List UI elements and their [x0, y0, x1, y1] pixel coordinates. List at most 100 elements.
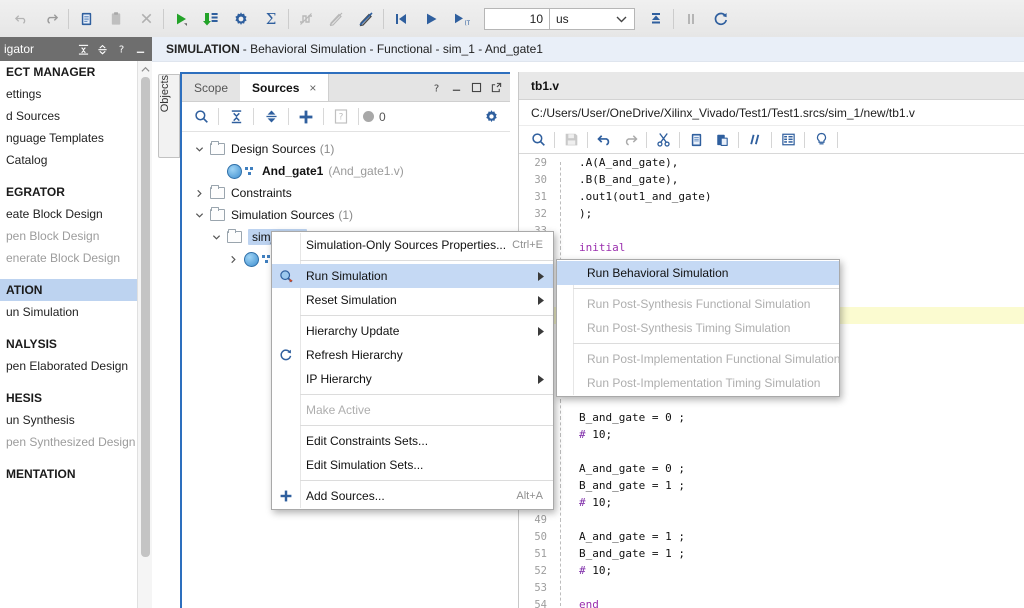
- nav-section-17: HESIS: [6, 391, 43, 405]
- tree-row[interactable]: Design Sources (1): [182, 138, 510, 160]
- menu-item-7[interactable]: IP Hierarchy: [272, 367, 553, 391]
- code-text: B_and_gate = 0 ;: [579, 411, 685, 424]
- copy-icon[interactable]: [683, 127, 709, 153]
- step-icon[interactable]: [641, 4, 671, 34]
- minimize-icon[interactable]: [135, 44, 146, 55]
- line-number: 51: [534, 547, 547, 560]
- menu-separator: [300, 480, 553, 481]
- chevron-right-icon[interactable]: [192, 186, 206, 200]
- copy-icon[interactable]: [71, 4, 101, 34]
- main-toolbar: Σ (T) 10 us: [0, 0, 1024, 38]
- nav-item-3[interactable]: nguage Templates: [0, 127, 152, 149]
- table-icon[interactable]: [775, 127, 801, 153]
- search-icon[interactable]: [188, 104, 214, 130]
- scroll-up-icon[interactable]: [138, 63, 152, 75]
- submenu-arrow-icon: [538, 374, 553, 384]
- menu-item-2[interactable]: Run Simulation: [272, 264, 553, 288]
- line-number: 31: [534, 190, 547, 203]
- report-icon[interactable]: ?: [328, 104, 354, 130]
- expand-icon[interactable]: [97, 44, 108, 55]
- code-line: 46: [519, 443, 1024, 470]
- chevron-down-icon[interactable]: [209, 230, 223, 244]
- nav-item-7[interactable]: eate Block Design: [0, 203, 152, 225]
- collapse-all-icon[interactable]: [223, 104, 249, 130]
- run-icon[interactable]: [166, 4, 196, 34]
- tree-row[interactable]: And_gate1 (And_gate1.v): [182, 160, 510, 182]
- menu-item-3[interactable]: Reset Simulation: [272, 288, 553, 312]
- nav-section-21: MENTATION: [6, 467, 76, 481]
- editor-file-path-text: C:/Users/User/OneDrive/Xilinx_Vivado/Tes…: [531, 105, 915, 120]
- svg-text:?: ?: [119, 45, 124, 55]
- run-time-input[interactable]: 10: [484, 7, 550, 30]
- tree-row[interactable]: Simulation Sources (1): [182, 204, 510, 226]
- tree-label: Simulation Sources: [231, 208, 335, 222]
- code-text: B_and_gate = 1 ;: [579, 547, 685, 560]
- menu-item-6[interactable]: Refresh Hierarchy: [272, 343, 553, 367]
- help-icon[interactable]: ?: [116, 43, 127, 55]
- toolbar-divider: [253, 108, 254, 125]
- pencil-off-icon[interactable]: [321, 4, 351, 34]
- gear-icon[interactable]: [478, 104, 504, 130]
- redo-icon[interactable]: [617, 127, 643, 153]
- time-unit-select[interactable]: us: [549, 7, 635, 30]
- nav-item-15[interactable]: pen Elaborated Design: [0, 355, 152, 377]
- tab-close-icon[interactable]: ×: [309, 81, 316, 95]
- menu-item-11[interactable]: Edit Constraints Sets...: [272, 429, 553, 453]
- objects-tab[interactable]: Objects: [158, 74, 180, 158]
- paste-icon[interactable]: [101, 4, 131, 34]
- scrollbar-thumb[interactable]: [141, 77, 150, 557]
- code-line: 48B_and_gate = 1 ;: [519, 477, 1024, 504]
- comment-icon[interactable]: [742, 127, 768, 153]
- nav-item-1[interactable]: ettings: [0, 83, 152, 105]
- run-all-icon[interactable]: [416, 4, 446, 34]
- tab-sources[interactable]: Sources ×: [240, 74, 330, 101]
- undo-icon[interactable]: [591, 127, 617, 153]
- cut-icon[interactable]: [650, 127, 676, 153]
- code-line: 29 .A(A_and_gate),: [519, 154, 1024, 181]
- flow-navigator-scrollbar[interactable]: [137, 61, 152, 608]
- help-icon[interactable]: ?: [431, 82, 442, 93]
- nav-item-2[interactable]: d Sources: [0, 105, 152, 127]
- search-icon[interactable]: [525, 127, 551, 153]
- messages-count[interactable]: 0: [363, 110, 386, 124]
- tab-scope[interactable]: Scope: [182, 74, 240, 101]
- paste-icon[interactable]: [709, 127, 735, 153]
- nav-item-18[interactable]: un Synthesis: [0, 409, 152, 431]
- chevron-down-icon[interactable]: [192, 142, 206, 156]
- maximize-icon[interactable]: [471, 82, 482, 93]
- float-icon[interactable]: [491, 82, 502, 93]
- nav-item-12[interactable]: un Simulation: [0, 301, 152, 323]
- pause-icon[interactable]: [676, 4, 706, 34]
- redo-icon[interactable]: [36, 4, 66, 34]
- bulb-icon[interactable]: [808, 127, 834, 153]
- refresh-icon[interactable]: [706, 4, 736, 34]
- submenu-item-0[interactable]: Run Behavioral Simulation: [557, 261, 839, 285]
- wave-off-icon[interactable]: [291, 4, 321, 34]
- folder-icon: [227, 229, 242, 243]
- sum-icon[interactable]: Σ: [256, 4, 286, 34]
- collapse-icon[interactable]: [78, 44, 89, 55]
- chevron-down-icon[interactable]: [192, 208, 206, 222]
- toolbar-divider: [68, 8, 69, 29]
- nav-item-4[interactable]: Catalog: [0, 149, 152, 171]
- undo-icon[interactable]: [6, 4, 36, 34]
- save-icon[interactable]: [558, 127, 584, 153]
- expand-all-icon[interactable]: [258, 104, 284, 130]
- menu-item-0[interactable]: Simulation-Only Sources Properties... Ctr…: [272, 233, 553, 257]
- tree-row[interactable]: Constraints: [182, 182, 510, 204]
- settings-icon[interactable]: [226, 4, 256, 34]
- menu-item-5[interactable]: Hierarchy Update: [272, 319, 553, 343]
- menu-item-12[interactable]: Edit Simulation Sets...: [272, 453, 553, 477]
- chevron-right-icon[interactable]: [226, 252, 240, 266]
- nav-section-11: ATION: [0, 279, 152, 301]
- rerun-icon[interactable]: [351, 4, 381, 34]
- restart-icon[interactable]: [386, 4, 416, 34]
- close-icon[interactable]: [131, 4, 161, 34]
- run-for-icon[interactable]: (T): [446, 4, 476, 34]
- menu-item-14[interactable]: Add Sources... Alt+A: [272, 484, 553, 508]
- add-sources-icon[interactable]: [293, 104, 319, 130]
- report-icon[interactable]: [196, 4, 226, 34]
- minimize-icon[interactable]: [451, 82, 462, 93]
- editor-tab[interactable]: tb1.v: [519, 72, 1024, 100]
